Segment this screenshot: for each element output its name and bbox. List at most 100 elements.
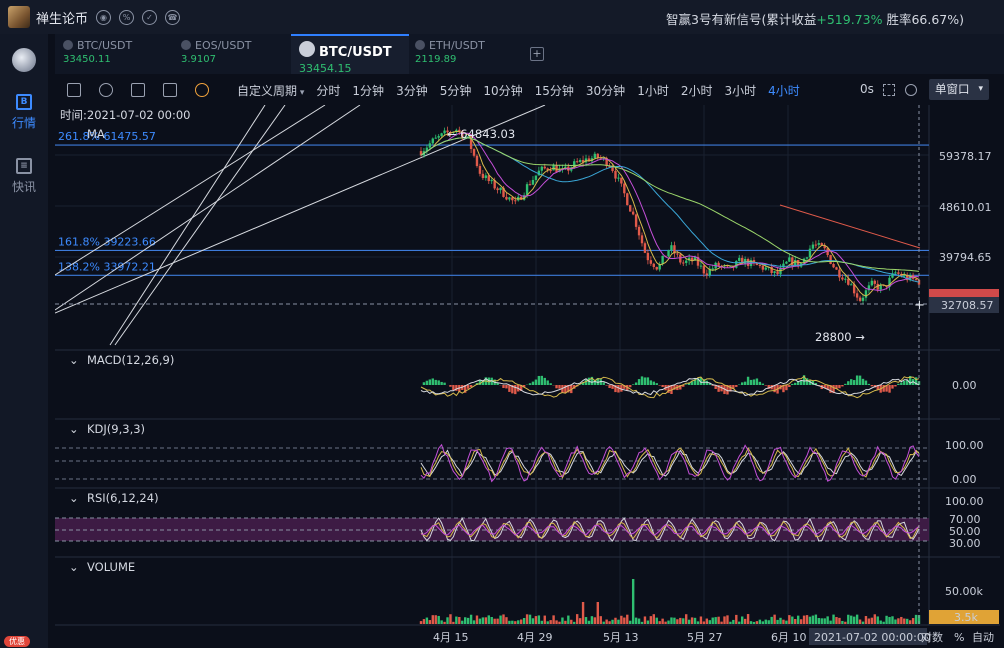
x-tick: 5月 27 (687, 631, 723, 644)
indicator-ma-label[interactable]: MA (87, 127, 105, 141)
line-tool-icon[interactable] (67, 83, 81, 97)
draw-icon[interactable] (131, 83, 145, 97)
volume-bar (826, 616, 829, 624)
tab-btc-usdt-1[interactable]: BTC/USDT 33450.11 (55, 34, 167, 74)
volume-bar (782, 619, 785, 624)
volume-bar (885, 615, 888, 624)
fullscreen-icon[interactable] (883, 84, 895, 96)
candle-body (791, 257, 794, 266)
period-fenshi[interactable]: 分时 (316, 82, 340, 99)
indicator-volume-label[interactable]: VOLUME (87, 560, 135, 574)
period-4h[interactable]: 4小时 (768, 82, 800, 99)
volume-bar (464, 617, 467, 624)
volume-bar (652, 614, 655, 624)
tab-eth-usdt[interactable]: ETH/USDT 2119.89 (407, 34, 519, 74)
macd-bar (505, 385, 508, 389)
volume-bar (805, 615, 809, 624)
volume-bar (788, 615, 791, 624)
volume-bar (687, 619, 691, 624)
macd-bar (540, 375, 544, 385)
volume-bar (841, 620, 844, 624)
volume-bar (814, 614, 818, 624)
indicator-kdj-label[interactable]: KDJ(9,3,3) (87, 422, 145, 436)
crosshair-time: 2021-07-02 00:00:00 (814, 631, 931, 644)
volume-bar (614, 617, 617, 624)
candle-body (575, 161, 579, 163)
price-chart[interactable]: 261.8% 61475.57161.8% 39223.66138.2% 339… (55, 105, 1004, 648)
volume-bar (702, 621, 706, 624)
period-3m[interactable]: 3分钟 (396, 82, 428, 99)
period-15m[interactable]: 15分钟 (535, 82, 574, 99)
sidebar-item-quotes[interactable]: B 行情 (0, 94, 48, 131)
period-3h[interactable]: 3小时 (724, 82, 756, 99)
volume-bar (452, 621, 455, 624)
volume-bar (514, 621, 517, 624)
window-mode-select[interactable]: 单窗口 (929, 79, 989, 100)
collapse-icon[interactable]: ⌄ (69, 353, 79, 367)
macd-bar (903, 380, 906, 385)
period-2h[interactable]: 2小时 (681, 82, 713, 99)
add-tab-button[interactable]: + (530, 47, 544, 61)
macd-bar (850, 379, 853, 385)
candle-body (472, 148, 476, 156)
percent-scale-toggle[interactable]: % (954, 631, 964, 644)
sidebar-item-label: 行情 (11, 116, 36, 130)
macd-bar (469, 385, 473, 388)
rsi-tick: 100.00 (945, 495, 984, 508)
macd-bar (649, 380, 653, 385)
candle-body (897, 272, 900, 274)
macd-bar (864, 380, 868, 385)
chart-background (55, 105, 1004, 648)
macd-bar (897, 383, 900, 385)
candle-body (525, 184, 529, 196)
collapse-icon[interactable]: ⌄ (69, 422, 79, 436)
eye-icon[interactable]: ◉ (96, 9, 112, 25)
macd-bar (755, 378, 759, 385)
add-alert-icon[interactable]: + (914, 298, 925, 313)
compass-icon[interactable]: ✓ (142, 9, 158, 25)
period-30m[interactable]: 30分钟 (586, 82, 625, 99)
candle-body (903, 275, 906, 277)
period-1h[interactable]: 1小时 (637, 82, 669, 99)
indicator-macd-label[interactable]: MACD(12,26,9) (87, 353, 174, 367)
indicator-rsi-label[interactable]: RSI(6,12,24) (87, 491, 159, 505)
collapse-icon[interactable]: ⌄ (69, 491, 79, 505)
macd-bar (652, 381, 655, 385)
candle-body (805, 257, 809, 259)
macd-bar (855, 375, 859, 385)
volume-bar (752, 621, 756, 624)
fib-label: 138.2% 33972.21 (58, 260, 156, 273)
clock-icon[interactable] (195, 83, 209, 97)
tab-btc-usdt-active[interactable]: BTC/USDT 33454.15 (291, 34, 409, 75)
macd-bar (791, 383, 794, 385)
volume-bar (844, 621, 847, 624)
log-scale-toggle[interactable]: 对数 (921, 630, 943, 644)
period-10m[interactable]: 10分钟 (483, 82, 522, 99)
indicator-icon[interactable] (99, 83, 113, 97)
period-1m[interactable]: 1分钟 (352, 82, 384, 99)
discount-icon[interactable]: % (119, 9, 135, 25)
custom-period-dropdown[interactable]: 自定义周期 (237, 82, 304, 99)
template-icon[interactable] (163, 83, 177, 97)
volume-bar (767, 620, 770, 624)
tab-eos-usdt[interactable]: EOS/USDT 3.9107 (173, 34, 285, 74)
fib-label: 261.8% 61475.57 (58, 130, 156, 143)
phone-icon[interactable]: ☎ (165, 9, 181, 25)
candle-body (637, 226, 641, 236)
volume-bar (581, 602, 585, 624)
volume-bar (446, 617, 449, 624)
promo-badge[interactable]: 优惠 (0, 634, 48, 648)
collapse-icon[interactable]: ⌄ (69, 560, 79, 574)
volume-bar (906, 618, 909, 624)
avatar[interactable] (8, 6, 30, 28)
candle-body (702, 265, 706, 274)
candle-body (505, 196, 508, 200)
strategy-signal[interactable]: 智赢3号有新信号(累计收益+519.73% 胜率66.67%) (666, 9, 964, 28)
settings-icon[interactable] (905, 84, 917, 96)
candle-body (699, 265, 703, 267)
period-5m[interactable]: 5分钟 (440, 82, 472, 99)
candle-body (873, 280, 876, 284)
auto-scale-toggle[interactable]: 自动 (972, 631, 994, 644)
crosshair-time-label: 时间:2021-07-02 00:00 (60, 108, 191, 122)
sidebar-item-news[interactable]: ≡ 快讯 (0, 158, 48, 195)
